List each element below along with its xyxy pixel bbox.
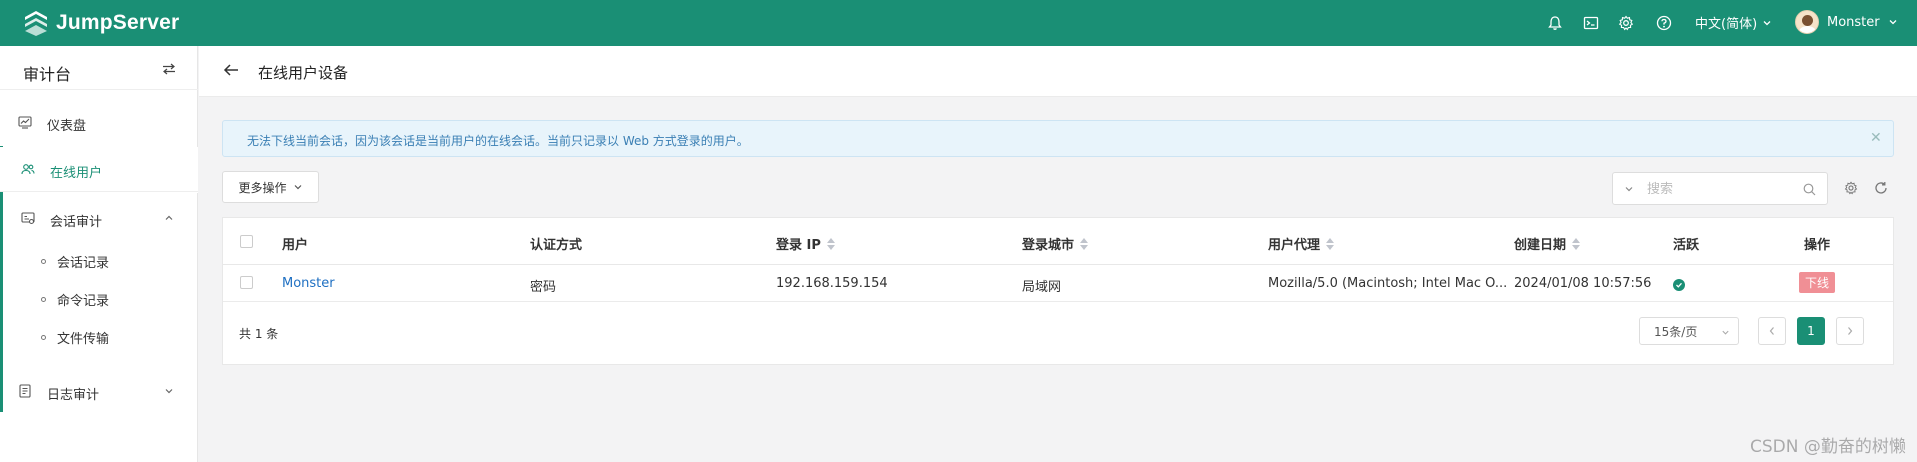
sidebar-item-online-users[interactable]: 在线用户 [0,147,198,193]
sort-icon[interactable] [1572,237,1581,250]
sidebar-item-dashboard[interactable]: 仪表盘 [0,100,198,146]
page-number-button[interactable]: 1 [1797,317,1825,345]
column-header-created[interactable]: 创建日期 [1514,234,1581,253]
watermark: CSDN @勤奋的树懒 [1750,437,1906,457]
chevron-down-icon [294,185,301,190]
table-header: 用户 认证方式 登录 IP 登录城市 用户代理 创建日期 活跃 操作 [223,218,1893,265]
bullet-icon [41,335,46,340]
language-selector[interactable]: 中文(简体) [1695,13,1772,32]
dashboard-icon [18,116,32,129]
column-header-active: 活跃 [1673,238,1700,253]
sort-icon[interactable] [826,237,835,250]
total-count: 共 1 条 [239,327,279,341]
active-status-cell [1673,278,1685,293]
sidebar-subitem-label: 会话记录 [57,256,110,271]
page-header: 在线用户设备 [199,46,1917,97]
more-actions-label: 更多操作 [238,180,287,195]
chevron-right-icon [1848,327,1853,335]
page-size-label: 15条/页 [1654,324,1698,339]
page-size-select[interactable]: 15条/页 [1639,317,1739,345]
sidebar-subitem-label: 命令记录 [57,294,110,309]
refresh-icon[interactable] [1874,181,1888,199]
sidebar-item-session-audit[interactable]: 会话审计 [0,196,198,242]
bell-icon[interactable] [1545,13,1565,33]
help-icon[interactable] [1654,13,1674,33]
chevron-down-icon[interactable] [1624,184,1634,194]
search-input[interactable] [1647,179,1787,199]
column-header-city[interactable]: 登录城市 [1022,234,1089,253]
column-header-auth: 认证方式 [530,238,583,253]
search-icon[interactable] [1803,183,1816,196]
sidebar-item-log-audit[interactable]: 日志审计 [0,369,198,415]
column-settings-icon[interactable] [1844,181,1858,199]
close-icon[interactable]: ✕ [1870,130,1882,146]
chevron-down-icon [165,389,173,394]
sidebar: 审计台 仪表盘 在线用户 会话审计 会话记录 命令记录 文件传输 日志审计 [0,46,198,462]
bullet-icon [41,259,46,264]
terminal-icon[interactable] [1581,13,1601,33]
column-header-login-ip[interactable]: 登录 IP [776,234,835,253]
switch-view-icon[interactable] [162,63,176,79]
column-header-user: 用户 [282,238,309,253]
chevron-down-icon [1889,20,1897,25]
check-circle-icon [1673,279,1685,291]
sidebar-item-label: 仪表盘 [47,119,87,134]
logo[interactable]: JumpServer [22,9,179,37]
next-page-button[interactable] [1836,317,1864,345]
settings-gear-icon[interactable] [1616,13,1636,33]
divider [0,89,198,90]
sidebar-subitem-label: 文件传输 [57,332,110,347]
sidebar-item-label: 会话审计 [50,215,103,230]
sidebar-subitem-file-transfer[interactable]: 文件传输 [41,328,109,347]
sidebar-item-label: 在线用户 [50,166,103,181]
back-arrow-icon[interactable] [223,63,239,81]
auth-method-cell: 密码 [530,280,557,295]
sidebar-title: 审计台 [23,65,72,84]
select-all-checkbox[interactable] [240,235,253,248]
language-label: 中文(简体) [1695,17,1758,32]
online-users-table: 用户 认证方式 登录 IP 登录城市 用户代理 创建日期 活跃 操作 Monst… [222,217,1894,365]
alert-text: 无法下线当前会话，因为该会话是当前用户的在线会话。当前只记录以 Web 方式登录… [247,134,749,148]
app-name: JumpServer [56,11,180,34]
sidebar-subitem-session-records[interactable]: 会话记录 [41,252,109,271]
divider [0,191,198,192]
column-header-action: 操作 [1804,238,1831,253]
row-checkbox[interactable] [240,276,253,289]
chevron-up-icon [165,215,173,220]
page-title: 在线用户设备 [258,64,349,82]
column-header-user-agent[interactable]: 用户代理 [1268,234,1335,253]
user-name: Monster [1827,14,1880,30]
info-alert: 无法下线当前会话，因为该会话是当前用户的在线会话。当前只记录以 Web 方式登录… [222,120,1894,157]
login-city-cell: 局域网 [1022,280,1062,295]
chevron-down-icon [1763,20,1771,25]
sort-icon[interactable] [1080,237,1089,250]
sidebar-subitem-command-records[interactable]: 命令记录 [41,290,109,309]
users-icon [21,164,35,175]
login-ip-cell: 192.168.159.154 [776,276,888,291]
sort-icon[interactable] [1326,237,1335,250]
chevron-left-icon [1769,327,1774,335]
bullet-icon [41,297,46,302]
jumpserver-logo-icon [25,11,47,36]
prev-page-button[interactable] [1758,317,1786,345]
more-actions-button[interactable]: 更多操作 [222,171,319,203]
search-box[interactable] [1612,172,1828,205]
table-row: Monster 密码 192.168.159.154 局域网 Mozilla/5… [223,265,1893,302]
user-link[interactable]: Monster [282,276,335,291]
avatar [1795,10,1819,34]
sidebar-item-label: 日志审计 [47,388,100,403]
top-navbar: JumpServer 中文(简体) Monster [0,0,1917,46]
chevron-down-icon [1722,330,1729,335]
user-menu[interactable]: Monster [1795,10,1898,34]
log-icon [19,384,31,398]
session-icon [21,212,35,225]
offline-button[interactable]: 下线 [1799,272,1835,293]
created-date-cell: 2024/01/08 10:57:56 [1514,276,1652,291]
user-agent-cell: Mozilla/5.0 (Macintosh; Intel Mac O... [1268,276,1508,291]
